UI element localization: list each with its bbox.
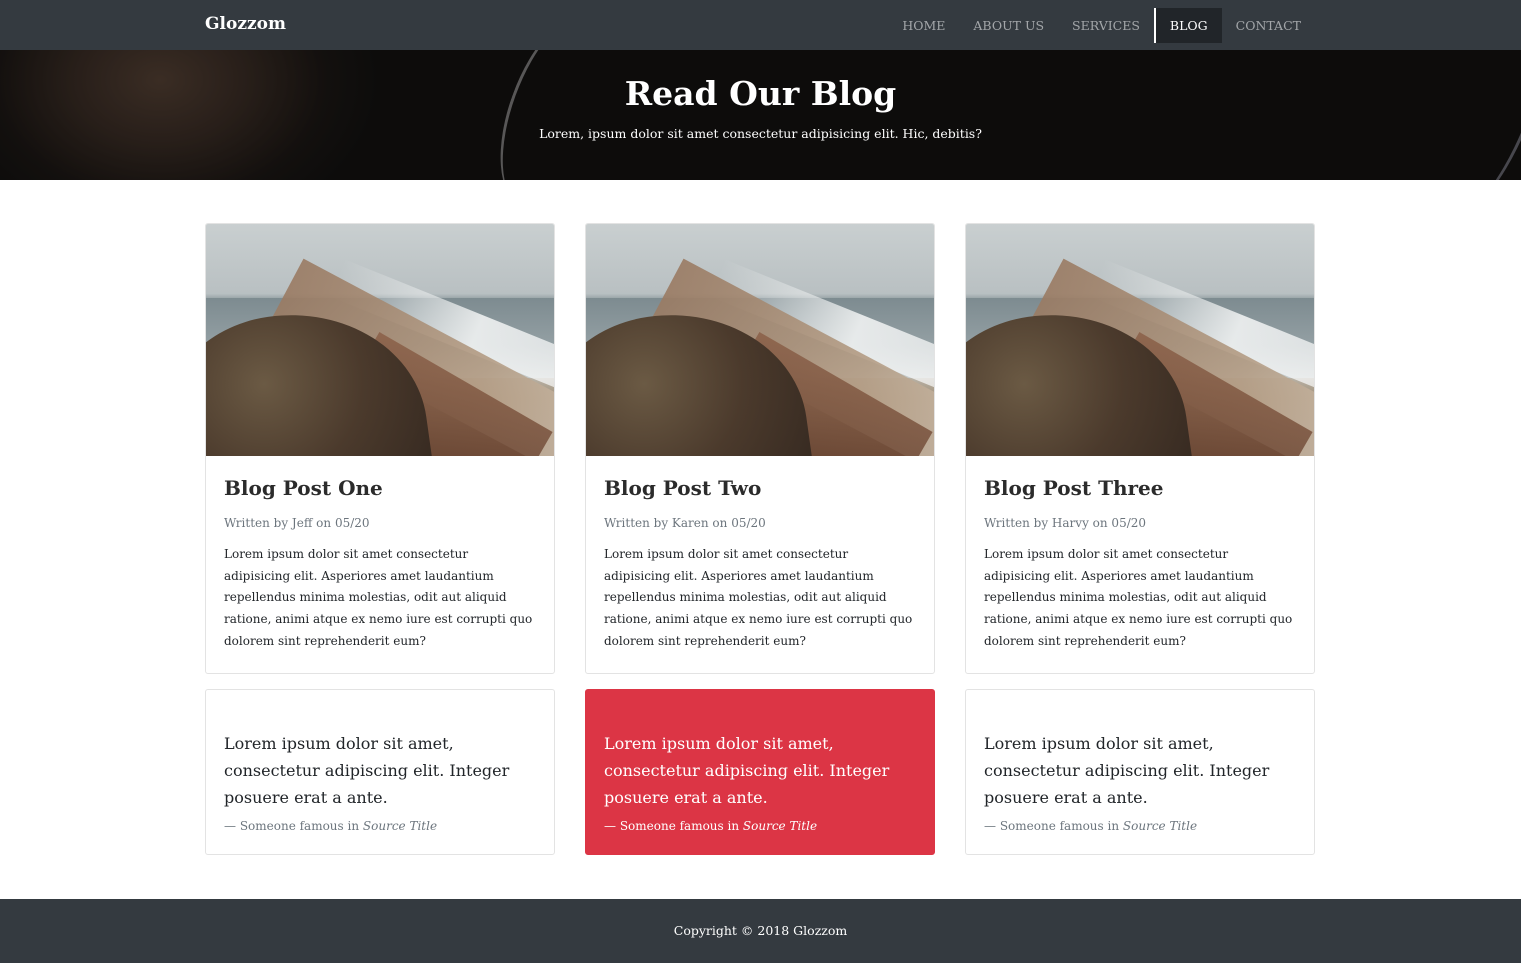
page-title: Read Our Blog — [624, 74, 897, 113]
brand-logo[interactable]: Glozzom — [205, 14, 286, 34]
hero-banner: Read Our Blog Lorem, ipsum dolor sit ame… — [0, 50, 1521, 180]
nav-item-blog[interactable]: BLOG — [1153, 8, 1222, 43]
nav-item-contact[interactable]: CONTACT — [1222, 8, 1315, 43]
copyright-text: Copyright © 2018 Glozzom — [673, 923, 848, 938]
blog-card-image — [586, 224, 934, 456]
quote-attribution: — Someone famous in Source Title — [984, 819, 1198, 833]
blog-post-meta: Written by Karen on 05/20 — [604, 516, 766, 530]
hero-overlay — [0, 50, 1521, 180]
blog-post-excerpt: Lorem ipsum dolor sit amet consectetur a… — [604, 547, 913, 648]
quote-text: Lorem ipsum dolor sit amet, consectetur … — [224, 734, 510, 807]
blog-card: Blog Post Three Written by Harvy on 05/2… — [965, 223, 1315, 674]
quote-text: Lorem ipsum dolor sit amet, consectetur … — [604, 734, 890, 807]
blog-post-title[interactable]: Blog Post Three — [984, 476, 1296, 500]
quote-card-highlighted: Lorem ipsum dolor sit amet, consectetur … — [585, 689, 935, 855]
blog-post-meta: Written by Harvy on 05/20 — [984, 516, 1147, 530]
nav-item-about-us[interactable]: ABOUT US — [959, 8, 1058, 43]
nav-item-services[interactable]: SERVICES — [1058, 8, 1154, 43]
quote-source: Source Title — [362, 819, 438, 833]
blog-card: Blog Post One Written by Jeff on 05/20 L… — [205, 223, 555, 674]
blog-post-excerpt: Lorem ipsum dolor sit amet consectetur a… — [984, 547, 1293, 648]
nav-menu: HOME ABOUT US SERVICES BLOG CONTACT — [888, 8, 1315, 43]
blog-card-image — [966, 224, 1314, 456]
nav-item-home[interactable]: HOME — [888, 8, 959, 43]
quote-source: Source Title — [742, 819, 818, 833]
page-subtitle: Lorem, ipsum dolor sit amet consectetur … — [539, 126, 982, 141]
quote-attribution: — Someone famous in Source Title — [224, 819, 438, 833]
blog-card-image — [206, 224, 554, 456]
navbar: Glozzom HOME ABOUT US SERVICES BLOG CONT… — [0, 0, 1521, 50]
blog-post-excerpt: Lorem ipsum dolor sit amet consectetur a… — [224, 547, 533, 648]
quote-source: Source Title — [1122, 819, 1198, 833]
quote-card: Lorem ipsum dolor sit amet, consectetur … — [965, 689, 1315, 855]
blog-post-meta: Written by Jeff on 05/20 — [224, 516, 370, 530]
blog-card: Blog Post Two Written by Karen on 05/20 … — [585, 223, 935, 674]
blog-post-title[interactable]: Blog Post One — [224, 476, 536, 500]
quote-card: Lorem ipsum dolor sit amet, consectetur … — [205, 689, 555, 855]
quote-text: Lorem ipsum dolor sit amet, consectetur … — [984, 734, 1270, 807]
footer: Copyright © 2018 Glozzom — [0, 899, 1521, 963]
blog-post-title[interactable]: Blog Post Two — [604, 476, 916, 500]
quote-attribution: — Someone famous in Source Title — [604, 819, 818, 833]
